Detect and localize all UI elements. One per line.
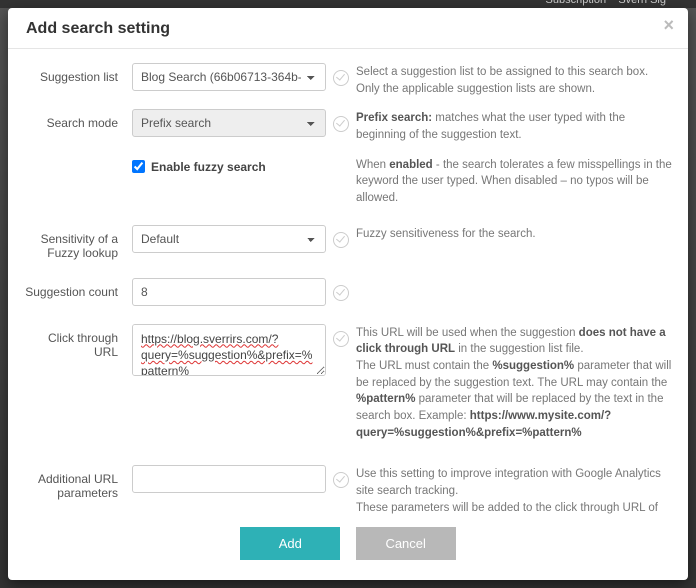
modal-footer: Add Cancel [8,517,688,580]
check-icon [333,472,349,488]
help-suggestion-list: Select a suggestion list to be assigned … [356,63,672,97]
app-backdrop: Subscription Sverri Sig Add search setti… [0,0,696,588]
modal-body: Suggestion list Blog Search (66b06713-36… [8,49,688,517]
check-icon [333,70,349,86]
row-fuzzy: Enable fuzzy search When enabled - the s… [24,156,672,207]
row-suggestion-count: Suggestion count [24,278,672,306]
close-icon[interactable]: × [663,16,674,34]
help-additional-params: Use this setting to improve integration … [356,465,672,517]
label-click-through: Click through URL [24,324,132,359]
sensitivity-select[interactable]: Default [132,225,326,253]
help-search-mode: Prefix search: matches what the user typ… [356,109,672,143]
enable-fuzzy-checkbox[interactable] [132,160,145,173]
row-sensitivity: Sensitivity of a Fuzzy lookup Default Fu… [24,225,672,260]
label-suggestion-count: Suggestion count [24,278,132,299]
topbar: Subscription Sverri Sig [0,0,696,8]
suggestion-count-input[interactable] [132,278,326,306]
label-additional-params: Additional URL parameters [24,465,132,500]
row-suggestion-list: Suggestion list Blog Search (66b06713-36… [24,63,672,97]
enable-fuzzy-label: Enable fuzzy search [151,160,266,174]
check-icon [333,232,349,248]
row-click-through: Click through URL https://blog.sverrirs.… [24,324,672,442]
topbar-user: Sverri Sig [618,0,666,6]
help-fuzzy: When enabled - the search tolerates a fe… [356,156,672,207]
add-search-setting-modal: Add search setting × Suggestion list Blo… [8,8,688,580]
search-mode-select[interactable]: Prefix search [132,109,326,137]
check-icon [333,285,349,301]
additional-params-input[interactable] [132,465,326,493]
check-icon [333,331,349,347]
modal-title: Add search setting [26,20,670,38]
topbar-subscription: Subscription [546,0,607,6]
label-sensitivity: Sensitivity of a Fuzzy lookup [24,225,132,260]
row-additional-params: Additional URL parameters Use this setti… [24,465,672,517]
modal-header: Add search setting × [8,8,688,49]
help-click-through: This URL will be used when the suggestio… [356,324,672,442]
click-through-textarea[interactable]: https://blog.sverrirs.com/?query=%sugges… [132,324,326,376]
suggestion-list-select[interactable]: Blog Search (66b06713-364b-4d72 [132,63,326,91]
cancel-button[interactable]: Cancel [356,527,456,560]
add-button[interactable]: Add [240,527,340,560]
label-search-mode: Search mode [24,109,132,130]
label-suggestion-list: Suggestion list [24,63,132,84]
row-search-mode: Search mode Prefix search Prefix search:… [24,109,672,143]
check-icon [333,116,349,132]
help-sensitivity: Fuzzy sensitiveness for the search. [356,225,672,243]
